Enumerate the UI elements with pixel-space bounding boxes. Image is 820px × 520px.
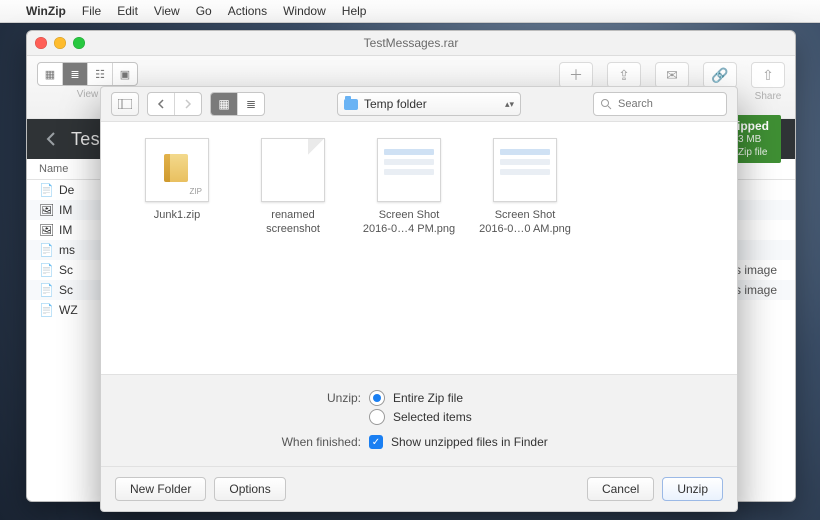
link-icon: 🔗 [703,62,737,88]
icon-view-button[interactable]: ▦ [211,93,238,115]
view-icons-icon[interactable]: ▦ [38,63,63,85]
email-icon: ✉ [655,62,689,88]
file-name: WZ [59,303,78,317]
minimize-icon[interactable] [54,37,66,49]
view-list-icon[interactable]: ≣ [63,63,88,85]
browser-item[interactable]: Screen Shot 2016-0…4 PM.png [351,138,467,237]
back-button[interactable] [148,93,175,115]
radio-entire-zip-label: Entire Zip file [393,391,463,405]
folder-popup-label: Temp folder [364,97,427,111]
file-browser[interactable]: Junk1.zip renamed screenshot Screen Shot… [101,122,737,375]
search-field[interactable] [593,92,727,116]
new-folder-button[interactable]: New Folder [115,477,206,501]
item-label-2: 2016-0…0 AM.png [467,222,583,236]
macos-menubar: WinZip File Edit View Go Actions Window … [0,0,820,23]
chevron-updown-icon: ▴▾ [505,100,514,109]
item-label: Screen Shot [467,208,583,222]
file-thumbnail-icon [261,138,325,202]
share-icon: ⇧ [751,62,785,88]
item-label: renamed [235,208,351,222]
sidebar-toggle-button[interactable] [111,92,139,116]
item-label-2: 2016-0…4 PM.png [351,222,467,236]
fullscreen-icon[interactable] [73,37,85,49]
app-menu[interactable]: WinZip [26,4,66,18]
image-icon: 🖼 [39,223,53,237]
menu-view[interactable]: View [154,4,180,18]
when-finished-label: When finished: [101,435,361,449]
show-in-finder-label: Show unzipped files in Finder [391,435,548,449]
file-icon: 📄 [39,243,53,257]
file-name: IM [59,203,72,217]
toolbar-share[interactable]: ⇧ Share [751,62,785,102]
view-columns-icon[interactable]: ☷ [88,63,113,85]
options-area: Unzip: Entire Zip file Selected items Wh… [101,375,737,466]
column-name[interactable]: Name [39,163,68,175]
item-label: Screen Shot [351,208,467,222]
cancel-button[interactable]: Cancel [587,477,654,501]
search-icon [600,98,612,110]
window-titlebar[interactable]: TestMessages.rar [27,31,795,56]
breadcrumb: Tes [71,129,100,150]
folder-popup[interactable]: Temp folder ▴▾ [337,92,521,116]
menu-actions[interactable]: Actions [228,4,267,18]
unzip-label: Unzip: [101,391,361,405]
menu-help[interactable]: Help [342,4,367,18]
image-icon: 🖼 [39,203,53,217]
toolbar-share-label: Share [755,91,782,102]
traffic-lights [35,37,85,49]
history-segment [147,92,202,116]
unzip-sheet: ▦ ≣ Temp folder ▴▾ Junk1.zip [100,86,738,512]
screenshot-thumbnail-icon [493,138,557,202]
chevron-right-icon [184,99,192,109]
view-gallery-icon[interactable]: ▣ [113,63,137,85]
file-name: Sc [59,283,73,297]
desktop-background: WinZip File Edit View Go Actions Window … [0,0,820,520]
radio-entire-zip[interactable] [369,390,385,406]
file-icon: 📄 [39,283,53,297]
toolbar-view-label: View [77,89,99,100]
back-button[interactable] [41,129,61,149]
window-title: TestMessages.rar [364,36,459,50]
sheet-toolbar: ▦ ≣ Temp folder ▴▾ [101,87,737,122]
file-icon: 📄 [39,263,53,277]
menu-window[interactable]: Window [283,4,326,18]
close-icon[interactable] [35,37,47,49]
zip-thumbnail-icon [145,138,209,202]
options-button[interactable]: Options [214,477,285,501]
list-view-button[interactable]: ≣ [238,93,264,115]
unzip-icon: ⇪ [607,62,641,88]
screenshot-thumbnail-icon [377,138,441,202]
radio-selected-items[interactable] [369,409,385,425]
chevron-left-icon [157,99,165,109]
file-name: Sc [59,263,73,277]
folder-icon [344,99,358,110]
unzip-button[interactable]: Unzip [662,477,723,501]
sheet-footer: New Folder Options Cancel Unzip [101,466,737,511]
item-label: Junk1.zip [119,208,235,222]
browser-view-segment: ▦ ≣ [210,92,265,116]
forward-button[interactable] [175,93,201,115]
view-mode-segment[interactable]: ▦ ≣ ☷ ▣ [37,62,138,86]
chevron-left-icon [46,132,56,146]
browser-item[interactable]: Junk1.zip [119,138,235,222]
file-icon: 📄 [39,303,53,317]
file-name: IM [59,223,72,237]
file-icon: 📄 [39,183,53,197]
radio-selected-items-label: Selected items [393,410,472,424]
menu-go[interactable]: Go [196,4,212,18]
file-name: De [59,183,74,197]
browser-item[interactable]: renamed screenshot [235,138,351,237]
show-in-finder-checkbox[interactable]: ✓ [369,435,383,449]
item-label-2: screenshot [235,222,351,236]
menu-edit[interactable]: Edit [117,4,138,18]
menu-file[interactable]: File [82,4,101,18]
sidebar-icon [118,99,132,109]
browser-item[interactable]: Screen Shot 2016-0…0 AM.png [467,138,583,237]
plus-icon: ＋ [559,62,593,88]
file-name: ms [59,243,75,257]
search-input[interactable] [616,97,700,111]
